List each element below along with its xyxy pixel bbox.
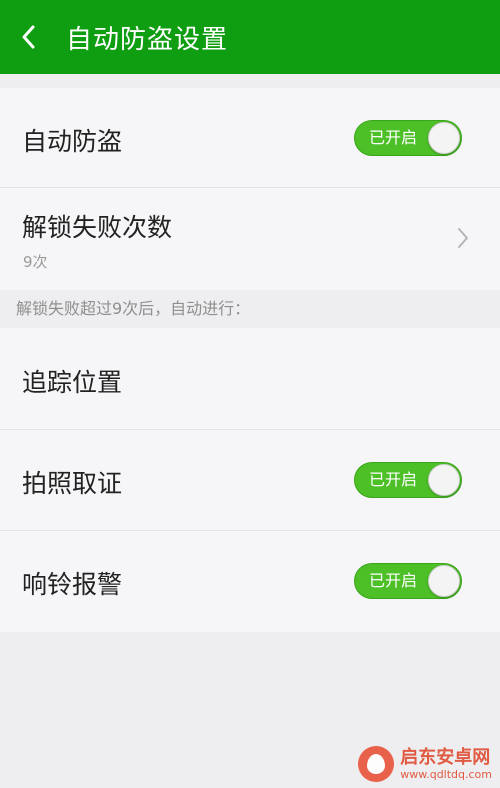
chevron-left-icon: [22, 25, 35, 49]
chevron-right-icon[interactable]: [456, 226, 470, 250]
page-title: 自动防盗设置: [66, 24, 229, 55]
setting-row-photo-evidence: 拍照取证 已开启: [0, 430, 500, 531]
setting-label-photo-evidence: 拍照取证: [22, 469, 123, 498]
toggle-state-text: 已开启: [369, 128, 418, 147]
settings-list: 自动防盗 已开启 解锁失败次数 9次 解锁失败超过9次后，自动进行： 追踪位置 …: [0, 88, 500, 632]
setting-row-unlock-failures[interactable]: 解锁失败次数 9次: [0, 188, 500, 290]
setting-label-track-location: 追踪位置: [22, 368, 123, 397]
toggle-knob: [428, 122, 460, 154]
ring-alarm-toggle[interactable]: 已开启: [354, 563, 462, 599]
watermark-url: www.qdltdq.com: [400, 767, 492, 781]
auto-theft-toggle[interactable]: 已开启: [354, 120, 462, 156]
toggle-state-text: 已开启: [369, 470, 418, 489]
setting-row-ring-alarm: 响铃报警 已开启: [0, 531, 500, 632]
app-header: 自动防盗设置: [0, 0, 500, 74]
site-watermark: 启东安卓网 www.qdltdq.com: [358, 746, 492, 782]
toggle-knob: [428, 565, 460, 597]
toggle-state-text: 已开启: [369, 571, 418, 590]
setting-label-unlock-failures: 解锁失败次数: [22, 213, 173, 242]
setting-row-track-location[interactable]: 追踪位置: [0, 328, 500, 430]
unlock-failures-value: 9次: [23, 253, 48, 271]
setting-label-auto-theft: 自动防盗: [22, 127, 123, 156]
setting-label-ring-alarm: 响铃报警: [22, 570, 123, 599]
photo-evidence-toggle[interactable]: 已开启: [354, 462, 462, 498]
watermark-name: 启东安卓网: [400, 746, 491, 768]
back-button[interactable]: [0, 0, 58, 74]
toggle-knob: [428, 464, 460, 496]
watermark-logo-icon: [358, 746, 395, 782]
section-note: 解锁失败超过9次后，自动进行：: [0, 290, 500, 328]
setting-row-auto-theft: 自动防盗 已开启: [0, 88, 500, 188]
